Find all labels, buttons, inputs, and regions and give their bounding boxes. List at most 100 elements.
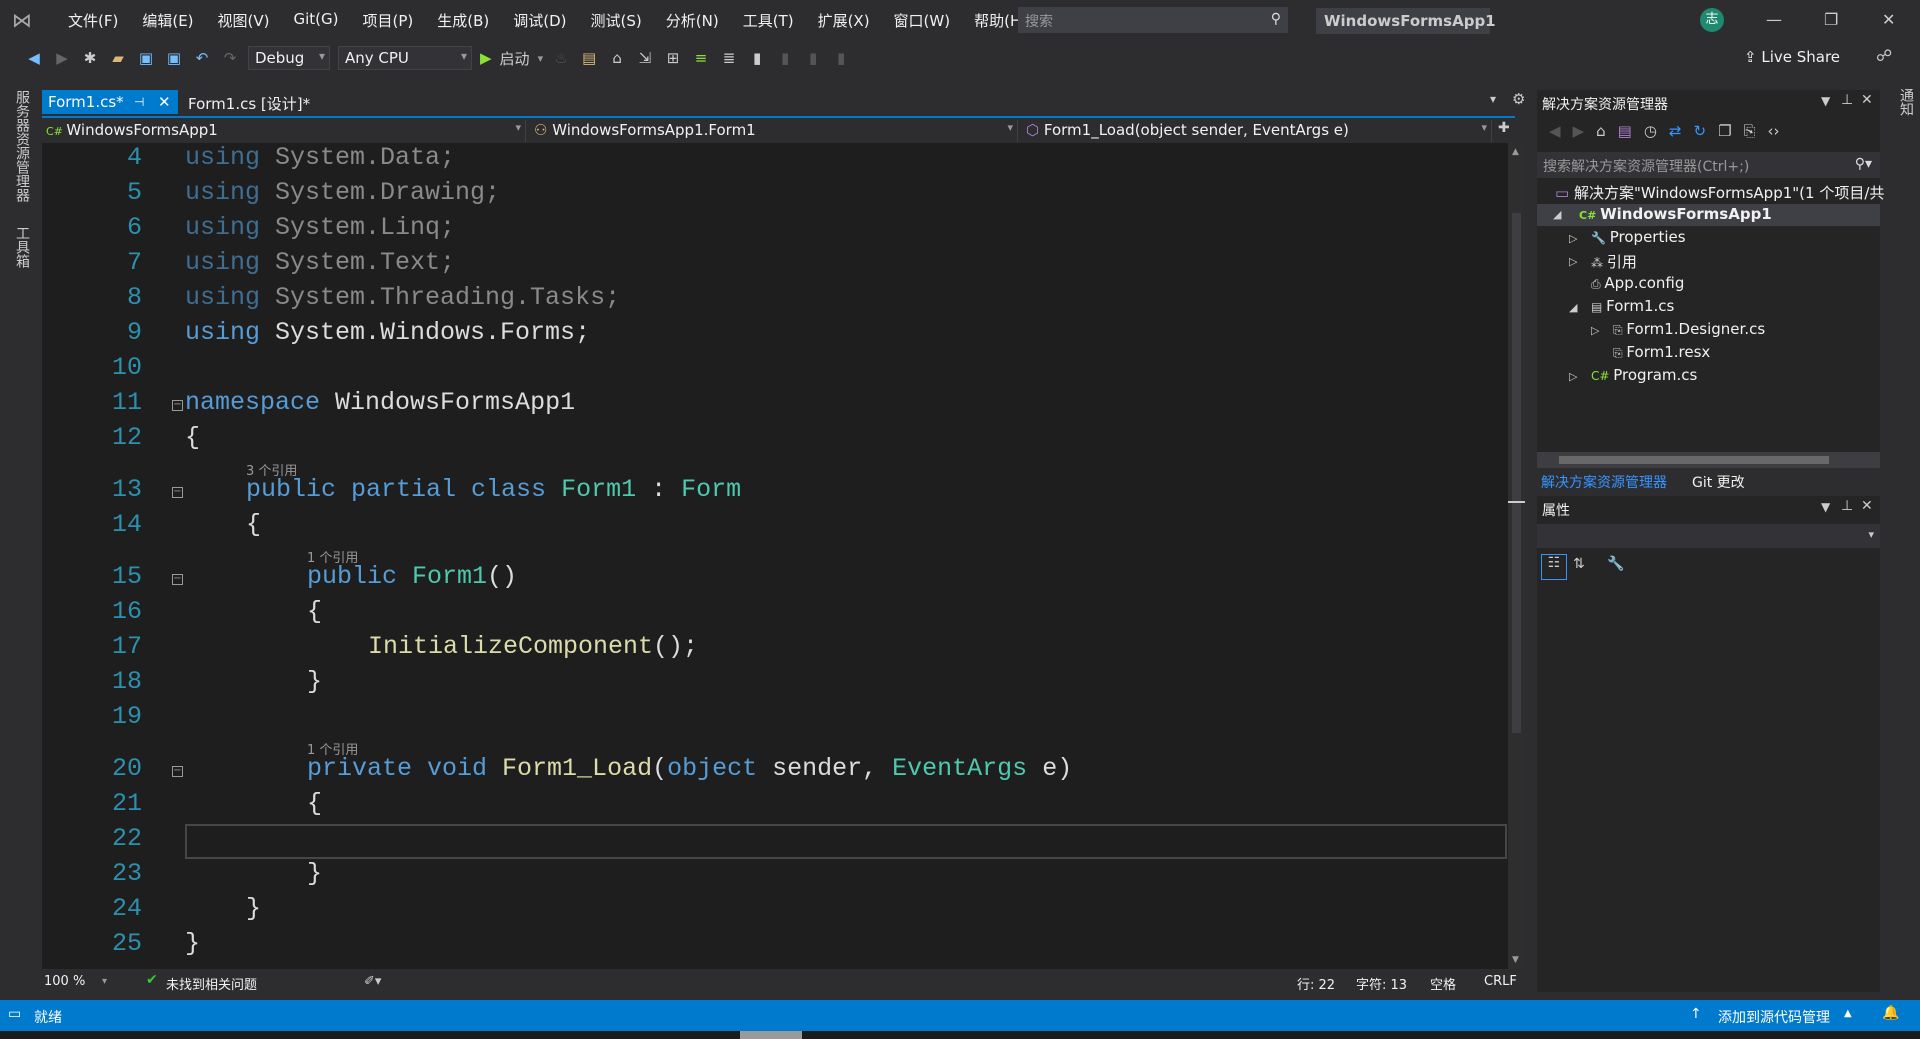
object-selector[interactable]: ▾ xyxy=(1537,524,1880,548)
forward-icon[interactable]: ▶ xyxy=(52,49,72,67)
code-line[interactable]: using System.Text; xyxy=(185,248,455,277)
solution-search-input[interactable]: 搜索解决方案资源管理器(Ctrl+;) ⚲▾ xyxy=(1537,152,1880,178)
tab-form1-designer[interactable]: Form1.cs [设计]* xyxy=(182,90,316,114)
code-line[interactable]: } xyxy=(246,894,261,923)
pending-changes-icon[interactable]: ◷ xyxy=(1644,122,1657,140)
project-node[interactable]: C# WindowsFormsApp1 xyxy=(1579,205,1772,223)
live-share-button[interactable]: ⇪ Live Share xyxy=(1744,48,1840,66)
alphabetical-icon[interactable]: ⇅ xyxy=(1573,556,1585,572)
show-all-files-icon[interactable]: ⎘ xyxy=(1744,122,1756,140)
menu-item[interactable]: 窗口(W) xyxy=(882,10,963,31)
save-icon[interactable]: ▣ xyxy=(136,49,156,67)
code-line[interactable]: private void Form1_Load(object sender, E… xyxy=(307,754,1072,783)
code-line[interactable]: } xyxy=(307,859,322,888)
line-number[interactable]: 行: 22 xyxy=(1297,974,1335,993)
code-line[interactable]: InitializeComponent(); xyxy=(368,632,698,661)
code-line[interactable]: { xyxy=(185,423,200,452)
step-icon[interactable]: ⇲ xyxy=(635,49,655,67)
solution-node[interactable]: ▭ 解决方案"WindowsFormsApp1"(1 个项目/共 xyxy=(1555,182,1884,203)
code-line[interactable]: } xyxy=(307,667,322,696)
type-dropdown[interactable]: ⚇ WindowsFormsApp1.Form1 ▾ xyxy=(530,120,1018,142)
minimize-button[interactable]: — xyxy=(1766,10,1782,29)
tab-git-changes[interactable]: Git 更改 xyxy=(1692,472,1745,492)
categorized-icon[interactable]: ☷ xyxy=(1541,554,1567,580)
back-icon[interactable]: ◀ xyxy=(1549,122,1561,140)
comment-icon[interactable]: ≡ xyxy=(691,49,711,67)
tree-item[interactable]: C# Program.cs xyxy=(1591,366,1697,384)
tree-item[interactable]: ⎙ App.config xyxy=(1591,274,1684,292)
menu-item[interactable]: 编辑(E) xyxy=(130,10,205,31)
collapse-icon[interactable]: − xyxy=(172,574,183,585)
sync-icon[interactable]: ⇄ xyxy=(1669,122,1682,140)
new-project-icon[interactable]: ✱ xyxy=(80,49,100,67)
tab-form1-cs[interactable]: Form1.cs* ⊣ ✕ xyxy=(42,90,178,114)
menu-item[interactable]: 项目(P) xyxy=(351,10,426,31)
collapsed-arrow-icon[interactable]: ▷ xyxy=(1569,370,1577,383)
close-panel-icon[interactable]: ✕ xyxy=(1861,92,1873,108)
expanded-arrow-icon[interactable]: ◢ xyxy=(1553,208,1561,221)
menu-item[interactable]: 生成(B) xyxy=(425,10,501,31)
redo-icon[interactable]: ↷ xyxy=(220,49,240,67)
tree-item[interactable]: ⎘ Form1.Designer.cs xyxy=(1613,320,1765,338)
close-window-button[interactable]: ✕ xyxy=(1882,10,1895,29)
notifications-tab[interactable]: 通知 xyxy=(1896,88,1916,116)
browser-icon[interactable]: ⌂ xyxy=(607,49,627,67)
prev-bookmark-icon[interactable]: ▮ xyxy=(775,49,795,67)
line-endings[interactable]: CRLF xyxy=(1484,974,1517,989)
code-line[interactable]: namespace WindowsFormsApp1 xyxy=(185,388,575,417)
code-cleanup-icon[interactable]: ✐▾ xyxy=(364,974,381,989)
find-in-files-icon[interactable]: ▤ xyxy=(579,49,599,67)
tab-solution-explorer[interactable]: 解决方案资源管理器 xyxy=(1541,472,1667,492)
collapse-icon[interactable]: − xyxy=(172,766,183,777)
menu-item[interactable]: 工具(T) xyxy=(731,10,806,31)
project-dropdown[interactable]: C# WindowsFormsApp1 ▾ xyxy=(42,120,526,142)
horizontal-scrollbar[interactable] xyxy=(1537,452,1880,468)
back-icon[interactable]: ◀ xyxy=(24,49,44,67)
toolbox-tab[interactable]: 工具箱 xyxy=(12,226,32,268)
code-line[interactable]: public partial class Form1 : Form xyxy=(246,475,741,504)
restore-button[interactable]: ❐ xyxy=(1824,10,1838,29)
indent-mode[interactable]: 空格 xyxy=(1430,974,1456,993)
pin-icon[interactable]: ⊥ xyxy=(1841,498,1853,514)
expanded-arrow-icon[interactable]: ◢ xyxy=(1569,301,1577,314)
tree-item[interactable]: 🔧 Properties xyxy=(1591,228,1686,246)
zoom-level[interactable]: 100 % xyxy=(44,974,85,989)
close-panel-icon[interactable]: ✕ xyxy=(1861,498,1873,514)
code-line[interactable]: { xyxy=(307,789,322,818)
tree-item[interactable]: ⁂ 引用 xyxy=(1591,251,1637,272)
code-editor[interactable]: 4 using System.Data; 5 using System.Drawing… xyxy=(42,143,1515,969)
menu-item[interactable]: 分析(N) xyxy=(654,10,731,31)
bookmark-icon[interactable]: ▮ xyxy=(747,49,767,67)
code-line[interactable]: using System.Linq; xyxy=(185,213,455,242)
menu-item[interactable]: 文件(F) xyxy=(56,10,130,31)
menu-item[interactable]: Git(G) xyxy=(282,10,351,31)
code-line[interactable]: using System.Windows.Forms; xyxy=(185,318,590,347)
collapse-icon[interactable]: − xyxy=(172,487,183,498)
add-to-source-control[interactable]: 添加到源代码管理 xyxy=(1718,1007,1830,1027)
chevron-up-icon[interactable]: ▲ xyxy=(1844,1008,1852,1019)
refresh-icon[interactable]: ↻ xyxy=(1693,122,1706,140)
avatar[interactable]: 志 xyxy=(1700,8,1724,32)
code-line[interactable]: using System.Data; xyxy=(185,143,455,172)
search-input[interactable]: 搜索 ⚲ xyxy=(1018,7,1288,33)
configuration-select[interactable]: Debug xyxy=(248,46,330,70)
property-pages-icon[interactable]: 🔧 xyxy=(1607,556,1624,572)
switch-views-icon[interactable]: ▤ xyxy=(1618,122,1632,140)
code-view-icon[interactable]: ‹› xyxy=(1768,122,1780,140)
split-icon[interactable]: ✚ xyxy=(1498,120,1510,136)
close-tab-icon[interactable]: ✕ xyxy=(158,93,171,111)
member-dropdown[interactable]: ⬡ Form1_Load(object sender, EventArgs e)… xyxy=(1022,120,1492,142)
collapsed-arrow-icon[interactable]: ▷ xyxy=(1569,232,1577,245)
next-bookmark-icon[interactable]: ▮ xyxy=(803,49,823,67)
issues-status[interactable]: 未找到相关问题 xyxy=(166,974,257,993)
code-line[interactable]: using System.Drawing; xyxy=(185,178,500,207)
scrollbar-thumb[interactable] xyxy=(1559,456,1829,464)
home-icon[interactable]: ⌂ xyxy=(1596,122,1606,140)
pin-icon[interactable]: ⊣ xyxy=(134,95,144,109)
menu-item[interactable]: 视图(V) xyxy=(206,10,282,31)
start-button[interactable]: 启动 xyxy=(500,48,530,69)
menu-item[interactable]: 调试(D) xyxy=(501,10,578,31)
server-explorer-tab[interactable]: 服务器资源管理器 xyxy=(12,90,32,202)
collapsed-arrow-icon[interactable]: ▷ xyxy=(1591,324,1599,337)
uncomment-icon[interactable]: ≣ xyxy=(719,49,739,67)
